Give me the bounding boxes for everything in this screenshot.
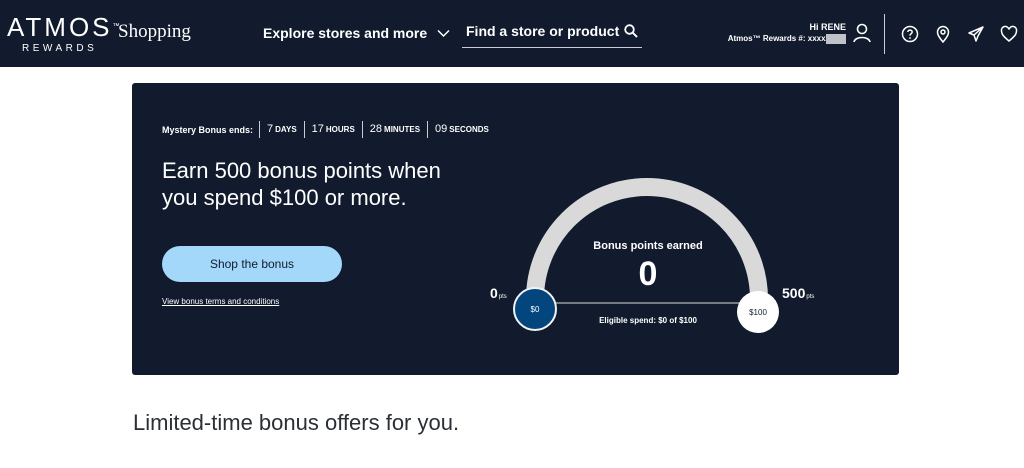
- airplane-icon[interactable]: [967, 25, 985, 43]
- mystery-bonus-card: Mystery Bonus ends: 7 DAYS 17 HOURS 28 MINU…: [132, 83, 899, 375]
- brand-name: ATMOS: [7, 12, 113, 42]
- search-input[interactable]: Find a store or product: [462, 18, 642, 48]
- chevron-down-icon: [437, 29, 450, 37]
- bonus-points-value: 0: [638, 255, 658, 293]
- heart-icon[interactable]: [1000, 25, 1018, 43]
- gauge-start-knob: $0: [513, 287, 557, 331]
- search-icon[interactable]: [624, 23, 638, 38]
- explore-label: Explore stores and more: [263, 25, 428, 41]
- help-icon[interactable]: [901, 25, 919, 43]
- user-icon[interactable]: [853, 23, 871, 43]
- gauge-min-label: 0pts: [490, 285, 507, 301]
- header-divider: [884, 14, 885, 54]
- gauge-end-knob: $100: [737, 291, 779, 333]
- location-pin-icon[interactable]: [934, 25, 952, 43]
- atmos-rewards-logo[interactable]: ATMOS™ REWARDS: [7, 14, 120, 54]
- top-nav-bar: ATMOS™ REWARDS Shopping Explore stores a…: [0, 0, 1024, 67]
- account-number: Atmos™ Rewards #: xxxxx: [727, 34, 830, 43]
- brand-subtitle: REWARDS: [22, 43, 98, 54]
- search-placeholder: Find a store or product: [466, 22, 620, 39]
- account-greeting[interactable]: Hi RENE Atmos™ Rewards #: xxxxx: [728, 21, 846, 45]
- gauge-max-label: 500pts: [782, 285, 815, 301]
- bonus-progress-gauge: [526, 178, 768, 304]
- account-number-mask: [826, 33, 846, 44]
- greeting-text: Hi RENE: [809, 22, 846, 32]
- explore-stores-dropdown[interactable]: Explore stores and more: [263, 25, 450, 41]
- section-title: Limited-time bonus offers for you.: [133, 410, 460, 435]
- bonus-points-earned-label: Bonus points earned: [593, 240, 703, 252]
- shopping-label: Shopping: [118, 21, 191, 42]
- eligible-spend-text: Eligible spend: $0 of $100: [599, 316, 697, 325]
